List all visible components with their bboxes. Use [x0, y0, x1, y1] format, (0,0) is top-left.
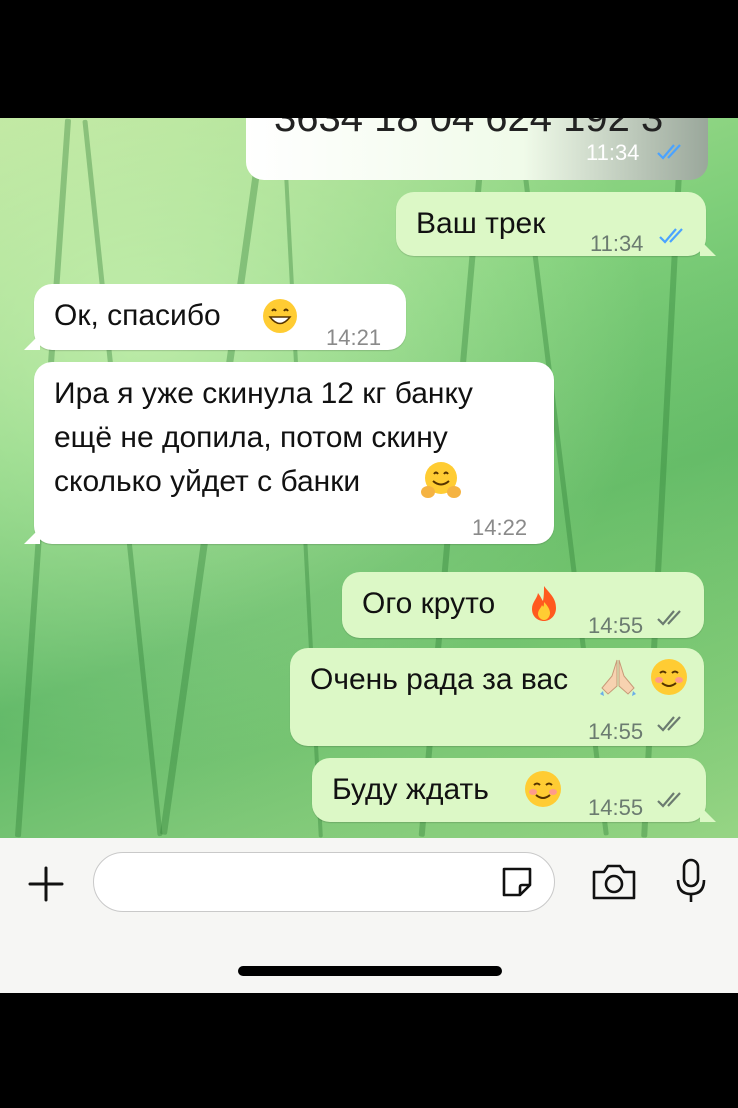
message-text: Ого круто [362, 587, 496, 620]
message-bubble-in[interactable]: Ок, спасибо 14:21 [24, 284, 406, 350]
delivered-ticks-icon [657, 792, 681, 808]
message-bubble-out[interactable]: Ого круто 14:55 [342, 572, 704, 638]
message-text-line: сколько уйдет с банки [54, 465, 361, 498]
fire-icon [526, 584, 562, 621]
message-time: 14:55 [588, 613, 644, 638]
plus-icon[interactable] [26, 864, 66, 904]
message-time: 11:34 [590, 231, 644, 256]
praying-hands-icon [600, 658, 636, 696]
message-text: Очень рада за вас [310, 663, 569, 696]
partial-message-text: 3634 18 04 624 192 3 [274, 118, 664, 140]
message-time: 14:21 [326, 325, 382, 350]
message-time: 14:22 [472, 515, 528, 540]
message-composer [0, 838, 738, 993]
message-text: Ок, спасибо [54, 299, 221, 332]
message-input[interactable] [93, 852, 555, 912]
message-text-line: ещё не допила, потом скину [54, 421, 448, 454]
camera-icon[interactable] [590, 862, 638, 902]
sticker-icon[interactable] [498, 863, 536, 901]
read-ticks-icon [657, 144, 681, 160]
message-text: Ваш трек [416, 207, 546, 240]
grinning-face-icon [262, 298, 298, 334]
smiling-face-icon [650, 658, 687, 695]
message-text: Буду ждать [332, 773, 489, 806]
message-text-line: Ира я уже скинула 12 кг банку [54, 377, 473, 410]
message-bubble-in[interactable]: Ира я уже скинула 12 кг банку ещё не доп… [24, 362, 554, 544]
home-indicator[interactable] [238, 966, 502, 976]
message-bubble-out[interactable]: Буду ждать 14:55 [312, 758, 716, 822]
microphone-icon[interactable] [674, 858, 708, 904]
hugging-face-icon [420, 460, 462, 502]
delivered-ticks-icon [657, 610, 681, 626]
message-time: 14:55 [588, 795, 644, 820]
delivered-ticks-icon [657, 716, 681, 732]
smiling-face-icon [524, 770, 561, 807]
message-bubble-out[interactable]: Очень рада за вас 14:55 [290, 648, 704, 746]
partial-message-bubble[interactable]: 3634 18 04 624 192 3 11:34 [246, 118, 708, 180]
message-time: 11:34 [586, 140, 640, 165]
message-time: 14:55 [588, 719, 644, 744]
read-ticks-icon [659, 228, 683, 244]
message-bubble-out[interactable]: Ваш трек 11:34 [396, 192, 716, 256]
